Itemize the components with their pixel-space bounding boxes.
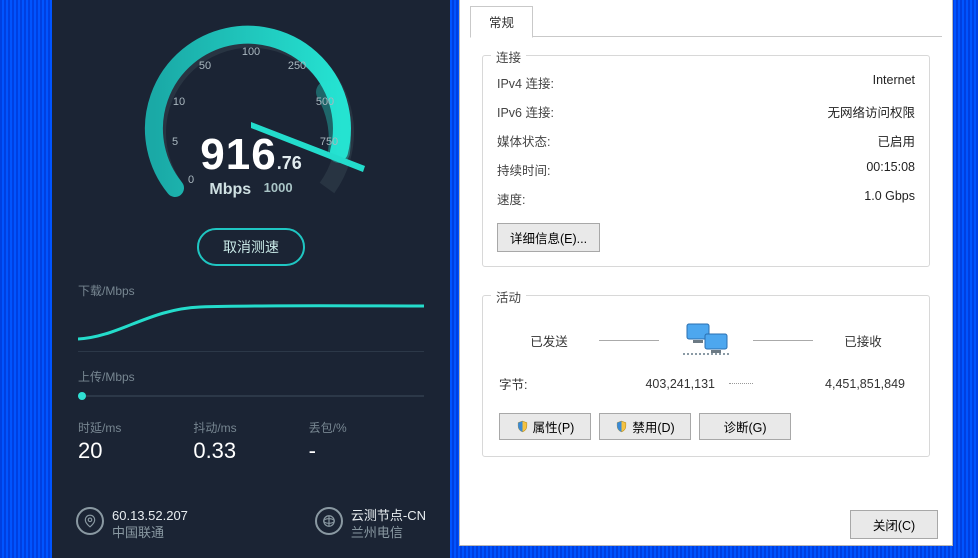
properties-button-label: 属性(P): [533, 417, 575, 436]
received-label: 已接收: [833, 331, 893, 350]
server-node-line2: 兰州电信: [351, 524, 426, 542]
speedtest-panel: 0 5 10 50 100 250 500 750 916.76 Mbps 10…: [52, 0, 450, 558]
ipv6-value: 无网络访问权限: [827, 102, 915, 121]
duration-value: 00:15:08: [866, 160, 915, 179]
upload-sparkline: [78, 395, 424, 397]
metrics-row: 时延/ms 20 抖动/ms 0.33 丢包/% -: [78, 419, 424, 464]
download-sparkline: [78, 299, 424, 343]
bytes-label: 字节:: [499, 374, 569, 393]
ipv4-value: Internet: [873, 73, 915, 92]
gauge-tick-100: 100: [242, 46, 260, 58]
duration-label: 持续时间:: [497, 160, 550, 179]
packet-loss-value: -: [309, 438, 424, 464]
media-state-value: 已启用: [877, 131, 915, 150]
packet-loss-label: 丢包/%: [309, 419, 424, 436]
properties-button[interactable]: 属性(P): [499, 413, 591, 440]
gauge-tick-250: 250: [288, 60, 306, 72]
ipv6-label: IPv6 连接:: [497, 102, 554, 121]
nic-status-window: 常规 连接 IPv4 连接: Internet IPv6 连接: 无网络访问权限 媒…: [459, 0, 953, 546]
client-ip: 60.13.52.207: [112, 507, 188, 525]
upload-section-label: 上传/Mbps: [78, 368, 424, 385]
server-node-line1: 云测节点-CN: [351, 507, 426, 525]
disable-button-label: 禁用(D): [632, 417, 674, 436]
gauge-speed-fraction: .76: [277, 153, 302, 173]
connection-group-title: 连接: [491, 47, 526, 66]
speed-value: 1.0 Gbps: [864, 189, 915, 208]
shield-icon: [516, 420, 529, 433]
sent-label: 已发送: [519, 331, 579, 350]
tab-general[interactable]: 常规: [470, 6, 533, 38]
download-section-label: 下载/Mbps: [78, 282, 424, 299]
cancel-test-button[interactable]: 取消测速: [197, 228, 305, 266]
bytes-sent-value: 403,241,131: [569, 377, 723, 391]
gauge-tick-50: 50: [199, 60, 211, 72]
network-computers-icon: [679, 320, 733, 360]
gauge-speed-integer: 916: [200, 130, 276, 179]
location-icon: [76, 507, 104, 535]
gauge-tick-500: 500: [316, 96, 334, 108]
details-button[interactable]: 详细信息(E)...: [497, 223, 600, 252]
gauge-unit-label: Mbps: [209, 181, 251, 199]
gauge-tick-10: 10: [173, 96, 185, 108]
activity-group-title: 活动: [491, 287, 526, 306]
jitter-value: 0.33: [193, 438, 308, 464]
connection-group: 连接 IPv4 连接:Internet IPv6 连接:无网络访问权限 媒体状态…: [482, 55, 930, 267]
speedtest-footer: 60.13.52.207 中国联通 云测节点-CN 兰州电信: [76, 507, 426, 542]
diagnose-button[interactable]: 诊断(G): [699, 413, 791, 440]
client-isp: 中国联通: [112, 524, 188, 542]
gauge-tick-1000: 1000: [264, 180, 293, 195]
media-state-label: 媒体状态:: [497, 131, 550, 150]
bytes-received-value: 4,451,851,849: [759, 377, 913, 391]
jitter-label: 抖动/ms: [193, 419, 308, 436]
disable-button[interactable]: 禁用(D): [599, 413, 691, 440]
activity-group: 活动 已发送 已接收 字节: 403,: [482, 295, 930, 457]
latency-value: 20: [78, 438, 193, 464]
speed-label: 速度:: [497, 189, 525, 208]
diagnose-button-label: 诊断(G): [723, 417, 766, 436]
shield-icon: [615, 420, 628, 433]
ipv4-label: IPv4 连接:: [497, 73, 554, 92]
server-icon: [315, 507, 343, 535]
close-button[interactable]: 关闭(C): [850, 510, 938, 539]
latency-label: 时延/ms: [78, 419, 193, 436]
speed-gauge: 0 5 10 50 100 250 500 750 916.76 Mbps 10…: [127, 12, 375, 222]
